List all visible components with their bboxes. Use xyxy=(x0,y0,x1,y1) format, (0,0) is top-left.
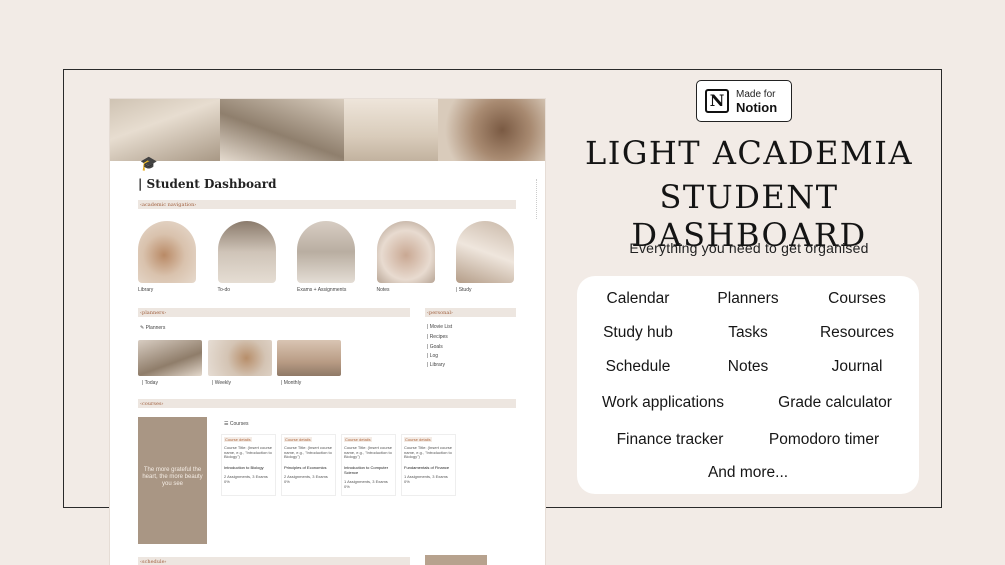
feature-item: Schedule xyxy=(605,358,671,375)
cover-collage xyxy=(110,99,545,161)
feature-item: Planners xyxy=(717,290,779,307)
course-name: Introduction to Computer Science xyxy=(344,464,389,475)
nav-card-notes[interactable]: Notes xyxy=(376,221,439,293)
planner-today-image[interactable] xyxy=(138,340,202,376)
cover-coffee-image xyxy=(438,99,545,161)
section-personal: ‹personal› xyxy=(425,308,516,317)
nav-card-todo[interactable]: To-do xyxy=(217,221,280,293)
course-tag: Course details xyxy=(404,437,432,442)
personal-item[interactable]: | Log xyxy=(427,353,438,359)
course-progress: 0% xyxy=(344,483,350,489)
course-tag: Course details xyxy=(224,437,252,442)
course-progress: 0% xyxy=(404,478,410,484)
nav-card-study[interactable]: | Study xyxy=(456,221,518,293)
features-card: Calendar Planners Courses Study hub Task… xyxy=(577,276,919,494)
planner-monthly-label[interactable]: | Monthly xyxy=(281,380,301,386)
dashboard-preview: 🎓 | Student Dashboard ‹academic navigati… xyxy=(110,99,545,565)
scrollbar[interactable] xyxy=(536,179,539,219)
exams-image xyxy=(297,221,355,283)
feature-item: Grade calculator xyxy=(778,394,892,411)
feature-item: Study hub xyxy=(603,324,673,341)
nav-card-exams[interactable]: Exams + Assignments xyxy=(297,221,359,293)
planner-weekly-label[interactable]: | Weekly xyxy=(212,380,231,386)
graduation-cap-icon: 🎓 xyxy=(140,155,158,171)
section-academic-navigation: ‹academic navigation› xyxy=(138,200,516,209)
course-card[interactable]: Course details Course Title: (Insert cou… xyxy=(401,434,456,496)
courses-view-tab[interactable]: ☰ Courses xyxy=(224,421,249,427)
library-image xyxy=(138,221,196,283)
course-title: Course Title: (Insert course name, e.g.,… xyxy=(224,445,273,459)
cover-bag-image xyxy=(220,99,344,161)
feature-item: Resources xyxy=(819,324,895,341)
feature-item: Tasks xyxy=(728,324,768,341)
section-schedule: ‹schedule› xyxy=(138,557,410,565)
course-tag: Course details xyxy=(344,437,372,442)
notion-logo-icon: N xyxy=(705,89,729,113)
feature-item: Pomodoro timer xyxy=(768,431,880,448)
course-tag: Course details xyxy=(284,437,312,442)
planner-monthly-image[interactable] xyxy=(277,340,341,376)
planners-link-label: Planners xyxy=(145,325,166,331)
course-name: Principles of Economics xyxy=(284,464,327,470)
headline-line1: LIGHT ACADEMIA xyxy=(584,134,914,172)
nav-label: Exams + Assignments xyxy=(297,287,347,293)
quote-text: The more grateful the heart, the more be… xyxy=(142,467,203,487)
course-progress: 0% xyxy=(284,478,290,484)
academic-nav-row: Library To-do Exams + Assignments Notes … xyxy=(138,221,518,293)
section-courses: ‹courses› xyxy=(138,399,516,408)
course-title: Course Title: (Insert course name, e.g.,… xyxy=(284,445,333,459)
notes-image xyxy=(376,221,435,283)
made-for-notion-badge: N Made for Notion xyxy=(696,80,792,122)
feature-item: Notes xyxy=(727,358,769,375)
feature-item: Work applications xyxy=(601,394,725,411)
todo-image xyxy=(217,221,276,283)
planners-link[interactable]: ✎ Planners xyxy=(140,325,165,331)
page-title: | Student Dashboard xyxy=(138,177,277,191)
course-card[interactable]: Course details Course Title: (Insert cou… xyxy=(281,434,336,496)
cover-piano-image xyxy=(110,99,220,161)
course-card[interactable]: Course details Course Title: (Insert cou… xyxy=(341,434,396,496)
feature-item: Finance tracker xyxy=(616,431,724,448)
course-meta: 2 Assignments, 3 Exams xyxy=(224,473,268,479)
course-title: Course Title: (Insert course name, e.g.,… xyxy=(344,445,393,459)
nav-label: Library xyxy=(138,287,154,293)
feature-item: Journal xyxy=(831,358,883,375)
course-meta: 2 Assignments, 3 Exams xyxy=(284,473,328,479)
personal-item[interactable]: | Movie List xyxy=(427,324,452,330)
planner-today-label[interactable]: | Today xyxy=(142,380,158,386)
planner-weekly-image[interactable] xyxy=(208,340,272,376)
nav-label: To-do xyxy=(217,287,231,293)
nav-label: Notes xyxy=(376,287,390,293)
nav-label: | Study xyxy=(456,287,472,293)
feature-item: Courses xyxy=(828,290,886,307)
course-card[interactable]: Course details Course Title: (Insert cou… xyxy=(221,434,276,496)
course-meta: 1 Assignments, 3 Exams xyxy=(404,473,448,479)
feature-item: And more... xyxy=(707,464,789,481)
section-planners: ‹planners› xyxy=(138,308,410,317)
feature-item: Calendar xyxy=(606,290,670,307)
tagline: Everything you need to get organised xyxy=(629,240,869,256)
personal-item[interactable]: | Goals xyxy=(427,344,443,350)
nav-card-library[interactable]: Library xyxy=(138,221,200,293)
cover-book-image xyxy=(344,99,438,161)
schedule-image xyxy=(425,555,487,565)
course-meta: 1 Assignments, 3 Exams xyxy=(344,478,388,484)
courses-view-label: Courses xyxy=(229,421,249,427)
study-image xyxy=(456,221,514,283)
personal-item[interactable]: | Recipes xyxy=(427,334,448,340)
course-progress: 0% xyxy=(224,478,230,484)
quote-block: The more grateful the heart, the more be… xyxy=(138,417,207,544)
badge-line2: Notion xyxy=(736,100,778,115)
personal-item[interactable]: | Library xyxy=(427,362,445,368)
course-name: Fundamentals of Finance xyxy=(404,464,450,470)
course-title: Course Title: (Insert course name, e.g.,… xyxy=(404,445,453,459)
course-name: Introduction to Biology xyxy=(224,464,264,470)
